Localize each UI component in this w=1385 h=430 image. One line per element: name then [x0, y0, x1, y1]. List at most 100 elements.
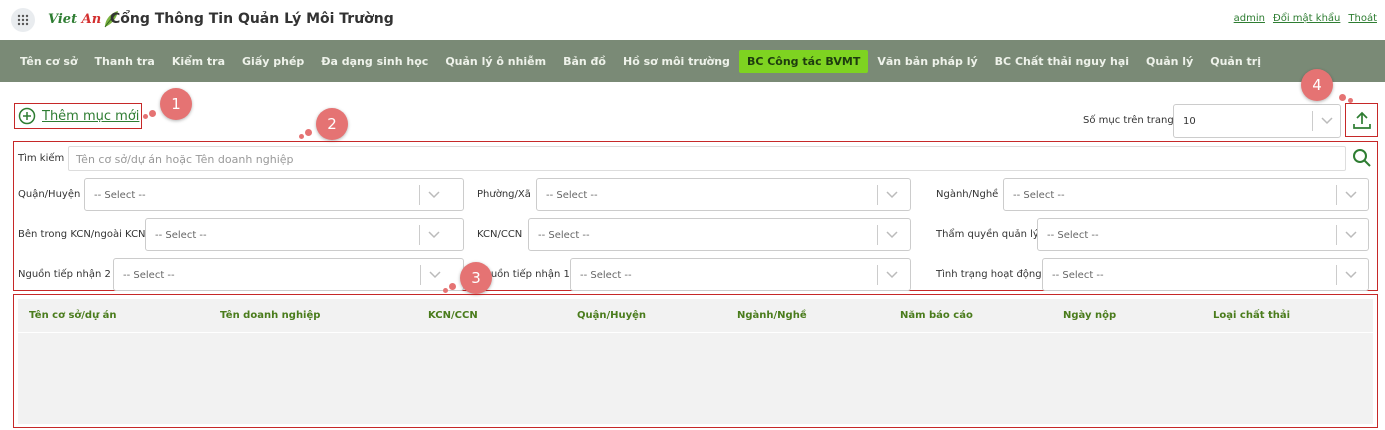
select-value: -- Select --	[155, 230, 207, 241]
nav-item-bc-chat-thai-nguy-hai[interactable]: BC Chất thải nguy hại	[987, 50, 1137, 73]
select-value: -- Select --	[123, 270, 175, 281]
column-header[interactable]: KCN/CCN	[428, 310, 478, 321]
filter-select-quan-huyen[interactable]: -- Select --	[84, 178, 464, 211]
page-size-label: Số mục trên trang	[1083, 115, 1174, 126]
chevron-down-icon	[429, 271, 441, 279]
nav-item-van-ban-phap-ly[interactable]: Văn bản pháp lý	[869, 50, 985, 73]
search-icon[interactable]	[1352, 148, 1372, 168]
filter-label-quan-huyen: Quận/Huyện	[18, 189, 81, 200]
change-password-link[interactable]: Đổi mật khẩu	[1273, 13, 1340, 24]
callout-dot	[443, 288, 448, 293]
callout-dot	[143, 114, 148, 119]
apps-grid-icon[interactable]	[11, 8, 35, 32]
column-header[interactable]: Quận/Huyện	[577, 310, 646, 321]
nav-item-kiem-tra[interactable]: Kiểm tra	[164, 50, 233, 73]
page-size-value: 10	[1183, 116, 1196, 127]
nav-item-ten-co-so[interactable]: Tên cơ sở	[12, 50, 86, 73]
add-new-button[interactable]: Thêm mục mới	[14, 103, 142, 129]
select-value: -- Select --	[1047, 230, 1099, 241]
filter-panel: Tìm kiếm Tên cơ sở/dự án hoặc Tên doanh …	[13, 141, 1378, 291]
upload-icon	[1352, 111, 1371, 129]
chevron-down-icon	[1345, 271, 1357, 279]
select-separator	[877, 225, 878, 245]
select-value: -- Select --	[1052, 270, 1104, 281]
callout-badge-2: 2	[316, 108, 348, 140]
user-link-admin[interactable]: admin	[1234, 13, 1265, 24]
search-label: Tìm kiếm	[18, 153, 65, 164]
main-nav: Tên cơ sở Thanh tra Kiểm tra Giấy phép Đ…	[0, 40, 1385, 82]
callout-dot	[449, 283, 456, 290]
column-header[interactable]: Năm báo cáo	[900, 310, 973, 321]
top-bar: Viet An Cổng Thông Tin Quản Lý Môi Trườn…	[0, 0, 1385, 40]
chevron-down-icon	[1321, 117, 1333, 125]
nav-item-bc-cong-tac-bvmt[interactable]: BC Công tác BVMT	[738, 49, 869, 73]
filter-label-tham-quyen: Thẩm quyền quản lý	[936, 229, 1039, 240]
nav-item-quan-ly[interactable]: Quản lý	[1138, 50, 1201, 73]
results-table: Tên cơ sở/dự án Tên doanh nghiệp KCN/CCN…	[13, 294, 1378, 428]
chevron-down-icon	[1345, 191, 1357, 199]
select-value: -- Select --	[546, 190, 598, 201]
filter-label-nganh-nghe: Ngành/Nghề	[936, 189, 999, 200]
select-separator	[420, 265, 421, 285]
nav-item-ho-so-moi-truong[interactable]: Hồ sơ môi trường	[615, 50, 738, 73]
logo[interactable]: Viet An	[48, 6, 119, 32]
app-title: Cổng Thông Tin Quản Lý Môi Trường	[110, 11, 394, 27]
callout-badge-4: 4	[1301, 69, 1333, 101]
user-links: admin Đổi mật khẩu Thoát	[1234, 13, 1377, 24]
nav-item-giay-phep[interactable]: Giấy phép	[234, 50, 312, 73]
filter-select-kcn-ccn[interactable]: -- Select --	[528, 218, 911, 251]
add-new-label: Thêm mục mới	[42, 108, 140, 124]
callout-dot	[299, 134, 304, 139]
nav-item-ban-do[interactable]: Bản đồ	[555, 50, 614, 73]
column-header[interactable]: Tên doanh nghiệp	[220, 310, 320, 321]
column-header[interactable]: Ngành/Nghề	[737, 310, 807, 321]
column-header[interactable]: Loại chất thải	[1213, 310, 1290, 321]
nav-item-da-dang-sinh-hoc[interactable]: Đa dạng sinh học	[313, 50, 436, 73]
column-header[interactable]: Ngày nộp	[1063, 310, 1116, 321]
select-value: -- Select --	[1013, 190, 1065, 201]
callout-dot	[305, 129, 312, 136]
filter-select-nganh-nghe[interactable]: -- Select --	[1003, 178, 1369, 211]
search-input[interactable]: Tên cơ sở/dự án hoặc Tên doanh nghiệp	[68, 146, 1346, 171]
select-separator	[419, 225, 420, 245]
select-value: -- Select --	[94, 190, 146, 201]
callout-dot	[1339, 94, 1346, 101]
table-header: Tên cơ sở/dự án Tên doanh nghiệp KCN/CCN…	[18, 299, 1373, 332]
search-placeholder: Tên cơ sở/dự án hoặc Tên doanh nghiệp	[76, 153, 294, 166]
filter-label-kcn-ccn: KCN/CCN	[477, 229, 523, 240]
chevron-down-icon	[886, 191, 898, 199]
nav-item-quan-tri[interactable]: Quản trị	[1202, 50, 1269, 73]
select-separator	[1312, 111, 1313, 131]
select-separator	[877, 185, 878, 205]
filter-label-ben-trong-kcn: Bên trong KCN/ngoài KCN	[18, 229, 146, 240]
nav-item-quan-ly-o-nhiem[interactable]: Quản lý ô nhiễm	[437, 50, 554, 73]
table-body	[18, 332, 1373, 424]
plus-circle-icon	[18, 107, 36, 125]
page-size-select[interactable]: 10	[1173, 104, 1341, 138]
column-header[interactable]: Tên cơ sở/dự án	[29, 310, 117, 321]
chevron-down-icon	[1345, 231, 1357, 239]
chevron-down-icon	[428, 191, 440, 199]
callout-badge-1: 1	[160, 88, 192, 120]
filter-select-tinh-trang[interactable]: -- Select --	[1042, 258, 1369, 291]
nav-item-thanh-tra[interactable]: Thanh tra	[87, 50, 163, 73]
filter-select-ben-trong-kcn[interactable]: -- Select --	[145, 218, 464, 251]
filter-label-phuong-xa: Phường/Xã	[477, 189, 531, 200]
chevron-down-icon	[428, 231, 440, 239]
filter-select-tham-quyen[interactable]: -- Select --	[1037, 218, 1369, 251]
filter-select-nguon-2[interactable]: -- Select --	[113, 258, 464, 291]
filter-select-phuong-xa[interactable]: -- Select --	[536, 178, 911, 211]
select-value: -- Select --	[538, 230, 590, 241]
logout-link[interactable]: Thoát	[1348, 13, 1377, 24]
select-separator	[419, 185, 420, 205]
filter-label-tinh-trang: Tình trạng hoạt động	[936, 269, 1042, 280]
callout-dot	[149, 110, 156, 117]
export-button[interactable]	[1345, 103, 1378, 137]
select-value: -- Select --	[580, 270, 632, 281]
chevron-down-icon	[886, 231, 898, 239]
chevron-down-icon	[886, 271, 898, 279]
filter-select-nguon-1[interactable]: -- Select --	[570, 258, 911, 291]
select-separator	[1336, 265, 1337, 285]
callout-badge-3: 3	[460, 262, 492, 294]
select-separator	[877, 265, 878, 285]
